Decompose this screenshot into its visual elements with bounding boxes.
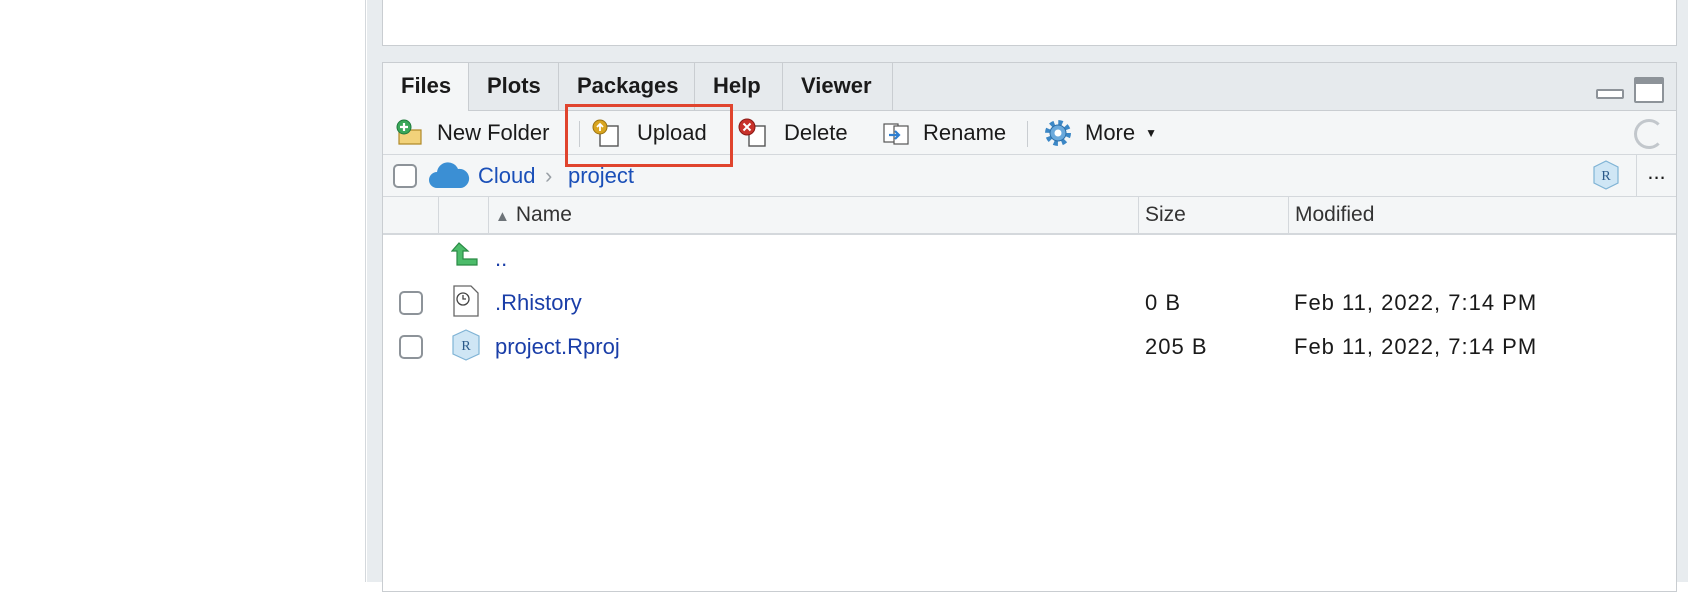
- breadcrumb-project[interactable]: project: [568, 161, 634, 191]
- file-size: 0 B: [1145, 290, 1182, 315]
- delete-icon: [738, 118, 768, 148]
- header-icon-column: [438, 197, 488, 233]
- tab-plots[interactable]: Plots: [469, 63, 559, 111]
- files-pane: Files Plots Packages Help Viewer New Fol…: [382, 62, 1677, 592]
- gear-icon: [1043, 118, 1073, 148]
- rproj-icon[interactable]: R: [1590, 159, 1622, 191]
- rename-icon: [881, 118, 911, 148]
- toolbar-separator: [1027, 121, 1028, 147]
- toolbar-separator: [579, 121, 580, 147]
- pane-tabbar: Files Plots Packages Help Viewer: [383, 63, 1676, 112]
- file-name-link[interactable]: project.Rproj: [495, 333, 620, 361]
- left-empty-panel: [0, 0, 366, 582]
- upload-button[interactable]: Upload: [591, 111, 707, 155]
- upload-label: Upload: [637, 120, 707, 145]
- tab-files[interactable]: Files: [383, 63, 469, 112]
- file-size: 205 B: [1145, 334, 1208, 359]
- file-table-header: ▲ Name Size Modified: [383, 197, 1676, 235]
- maximize-pane-button[interactable]: [1634, 77, 1664, 103]
- rename-label: Rename: [923, 120, 1007, 145]
- row-checkbox[interactable]: [399, 291, 423, 315]
- tab-packages[interactable]: Packages: [559, 63, 695, 111]
- new-folder-label: New Folder: [437, 120, 550, 145]
- tab-viewer[interactable]: Viewer: [783, 63, 893, 111]
- file-modified: Feb 11, 2022, 7:14 PM: [1294, 290, 1538, 315]
- parent-directory-row[interactable]: ..: [383, 237, 1676, 281]
- breadcrumb-cloud[interactable]: Cloud: [478, 161, 535, 191]
- chevron-right-icon: ›: [545, 163, 553, 188]
- breadcrumb-more-button[interactable]: ...: [1636, 155, 1676, 197]
- file-name-link[interactable]: .Rhistory: [495, 289, 582, 317]
- breadcrumb: Cloud › project R ...: [383, 155, 1676, 197]
- history-file-icon: [451, 285, 481, 317]
- header-modified-column[interactable]: Modified: [1288, 197, 1678, 233]
- table-row: R project.Rproj 205 B Feb 11, 2022, 7:14…: [383, 325, 1676, 369]
- header-name-label: Name: [515, 203, 572, 226]
- header-name-column[interactable]: ▲ Name: [488, 197, 1138, 233]
- rproj-file-icon: R: [451, 329, 481, 361]
- svg-text:R: R: [1601, 169, 1611, 184]
- upload-icon: [591, 118, 621, 148]
- refresh-icon[interactable]: [1634, 119, 1664, 149]
- more-label: More: [1085, 120, 1136, 145]
- top-pane: [382, 0, 1677, 46]
- rename-button[interactable]: Rename: [881, 111, 1006, 155]
- files-toolbar: New Folder Upload Delete Rename More ▼: [383, 111, 1676, 155]
- header-size-column[interactable]: Size: [1138, 197, 1288, 233]
- right-column: Files Plots Packages Help Viewer New Fol…: [367, 0, 1688, 592]
- delete-label: Delete: [784, 120, 848, 145]
- delete-button[interactable]: Delete: [738, 111, 848, 155]
- new-folder-icon: [395, 118, 425, 148]
- row-checkbox[interactable]: [399, 335, 423, 359]
- svg-text:R: R: [461, 339, 471, 354]
- parent-directory-link[interactable]: ..: [495, 245, 507, 273]
- parent-folder-arrow-icon: [450, 241, 481, 273]
- minimize-pane-button[interactable]: [1596, 89, 1624, 99]
- table-row: .Rhistory 0 B Feb 11, 2022, 7:14 PM: [383, 281, 1676, 325]
- tab-help[interactable]: Help: [695, 63, 783, 111]
- new-folder-button[interactable]: New Folder: [395, 111, 549, 155]
- cloud-icon: [428, 161, 470, 196]
- sort-ascending-icon: ▲: [495, 208, 510, 225]
- select-all-checkbox[interactable]: [393, 164, 417, 188]
- file-modified: Feb 11, 2022, 7:14 PM: [1294, 334, 1538, 359]
- more-menu-button[interactable]: More ▼: [1043, 111, 1157, 155]
- chevron-down-icon: ▼: [1145, 126, 1158, 140]
